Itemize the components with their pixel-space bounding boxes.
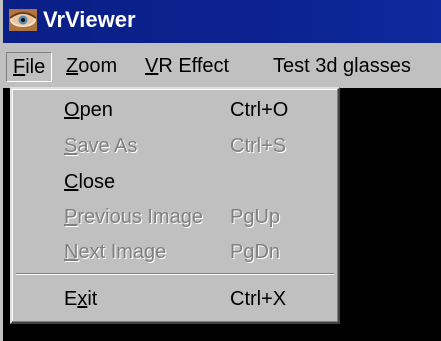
menu-file-label: ile — [25, 56, 46, 78]
menu-item-close-label: Close — [64, 167, 115, 197]
menu-item-previous-image[interactable]: Previous Image PgUp — [12, 202, 338, 232]
menu-item-previous-image-label: Previous Image — [64, 202, 203, 232]
menu-vr-effect-mnemonic: V — [145, 55, 159, 77]
window-title: VrViewer — [43, 7, 136, 32]
save-as-mnemonic: S — [64, 135, 78, 157]
next-image-label-rest: ext Image — [78, 241, 167, 263]
menu-file[interactable]: File — [6, 52, 53, 82]
exit-label-pre: E — [64, 288, 78, 310]
menu-file-mnemonic: F — [13, 56, 26, 78]
menu-vr-effect[interactable]: VR Effect — [139, 52, 235, 82]
menu-item-next-image-shortcut: PgDn — [230, 241, 281, 263]
menu-zoom[interactable]: Zoom — [60, 52, 123, 82]
menu-item-open-label: Open — [64, 95, 113, 125]
previous-image-label-rest: revious Image — [77, 206, 203, 228]
exit-label-rest: it — [87, 288, 98, 310]
close-label-rest: lose — [78, 171, 116, 193]
menu-item-previous-image-shortcut: PgUp — [230, 206, 281, 228]
save-as-label-rest: ave As — [77, 135, 138, 157]
app-window: VrViewer File Zoom VR Effect Test 3d gla… — [0, 0, 441, 341]
title-bar[interactable]: VrViewer — [3, 0, 441, 43]
open-label-rest: pen — [79, 99, 113, 121]
menu-item-open[interactable]: Open Ctrl+O — [12, 95, 338, 125]
menu-item-save-as-label: Save As — [64, 131, 137, 161]
menu-zoom-label: oom — [78, 55, 118, 77]
menu-zoom-mnemonic: Z — [66, 55, 79, 77]
menu-vr-effect-label: R Effect — [158, 55, 230, 77]
exit-mnemonic: x — [77, 288, 88, 310]
menu-item-close[interactable]: Close — [12, 167, 338, 197]
eye-icon — [9, 9, 37, 31]
next-image-mnemonic: N — [64, 241, 79, 263]
menu-separator — [16, 273, 334, 275]
menu-test-3d-glasses-label: Test 3d glasses — [273, 55, 411, 77]
menu-item-next-image[interactable]: Next Image PgDn — [12, 237, 338, 267]
menu-item-exit-label: Exit — [64, 284, 97, 314]
open-mnemonic: O — [64, 99, 80, 121]
menu-item-save-as-shortcut: Ctrl+S — [230, 135, 287, 157]
menu-item-exit-shortcut: Ctrl+X — [230, 288, 287, 310]
menu-item-exit[interactable]: Exit Ctrl+X — [12, 284, 338, 314]
menu-bar: File Zoom VR Effect Test 3d glasses — [3, 43, 441, 88]
previous-image-mnemonic: P — [64, 206, 78, 228]
menu-item-next-image-label: Next Image — [64, 237, 166, 267]
menu-item-open-shortcut: Ctrl+O — [230, 99, 289, 121]
menu-item-save-as[interactable]: Save As Ctrl+S — [12, 131, 338, 161]
file-dropdown-menu: Open Ctrl+O Save As Ctrl+S Close Previou… — [10, 87, 340, 324]
menu-test-3d-glasses[interactable]: Test 3d glasses — [267, 52, 417, 82]
close-mnemonic: C — [64, 171, 79, 193]
